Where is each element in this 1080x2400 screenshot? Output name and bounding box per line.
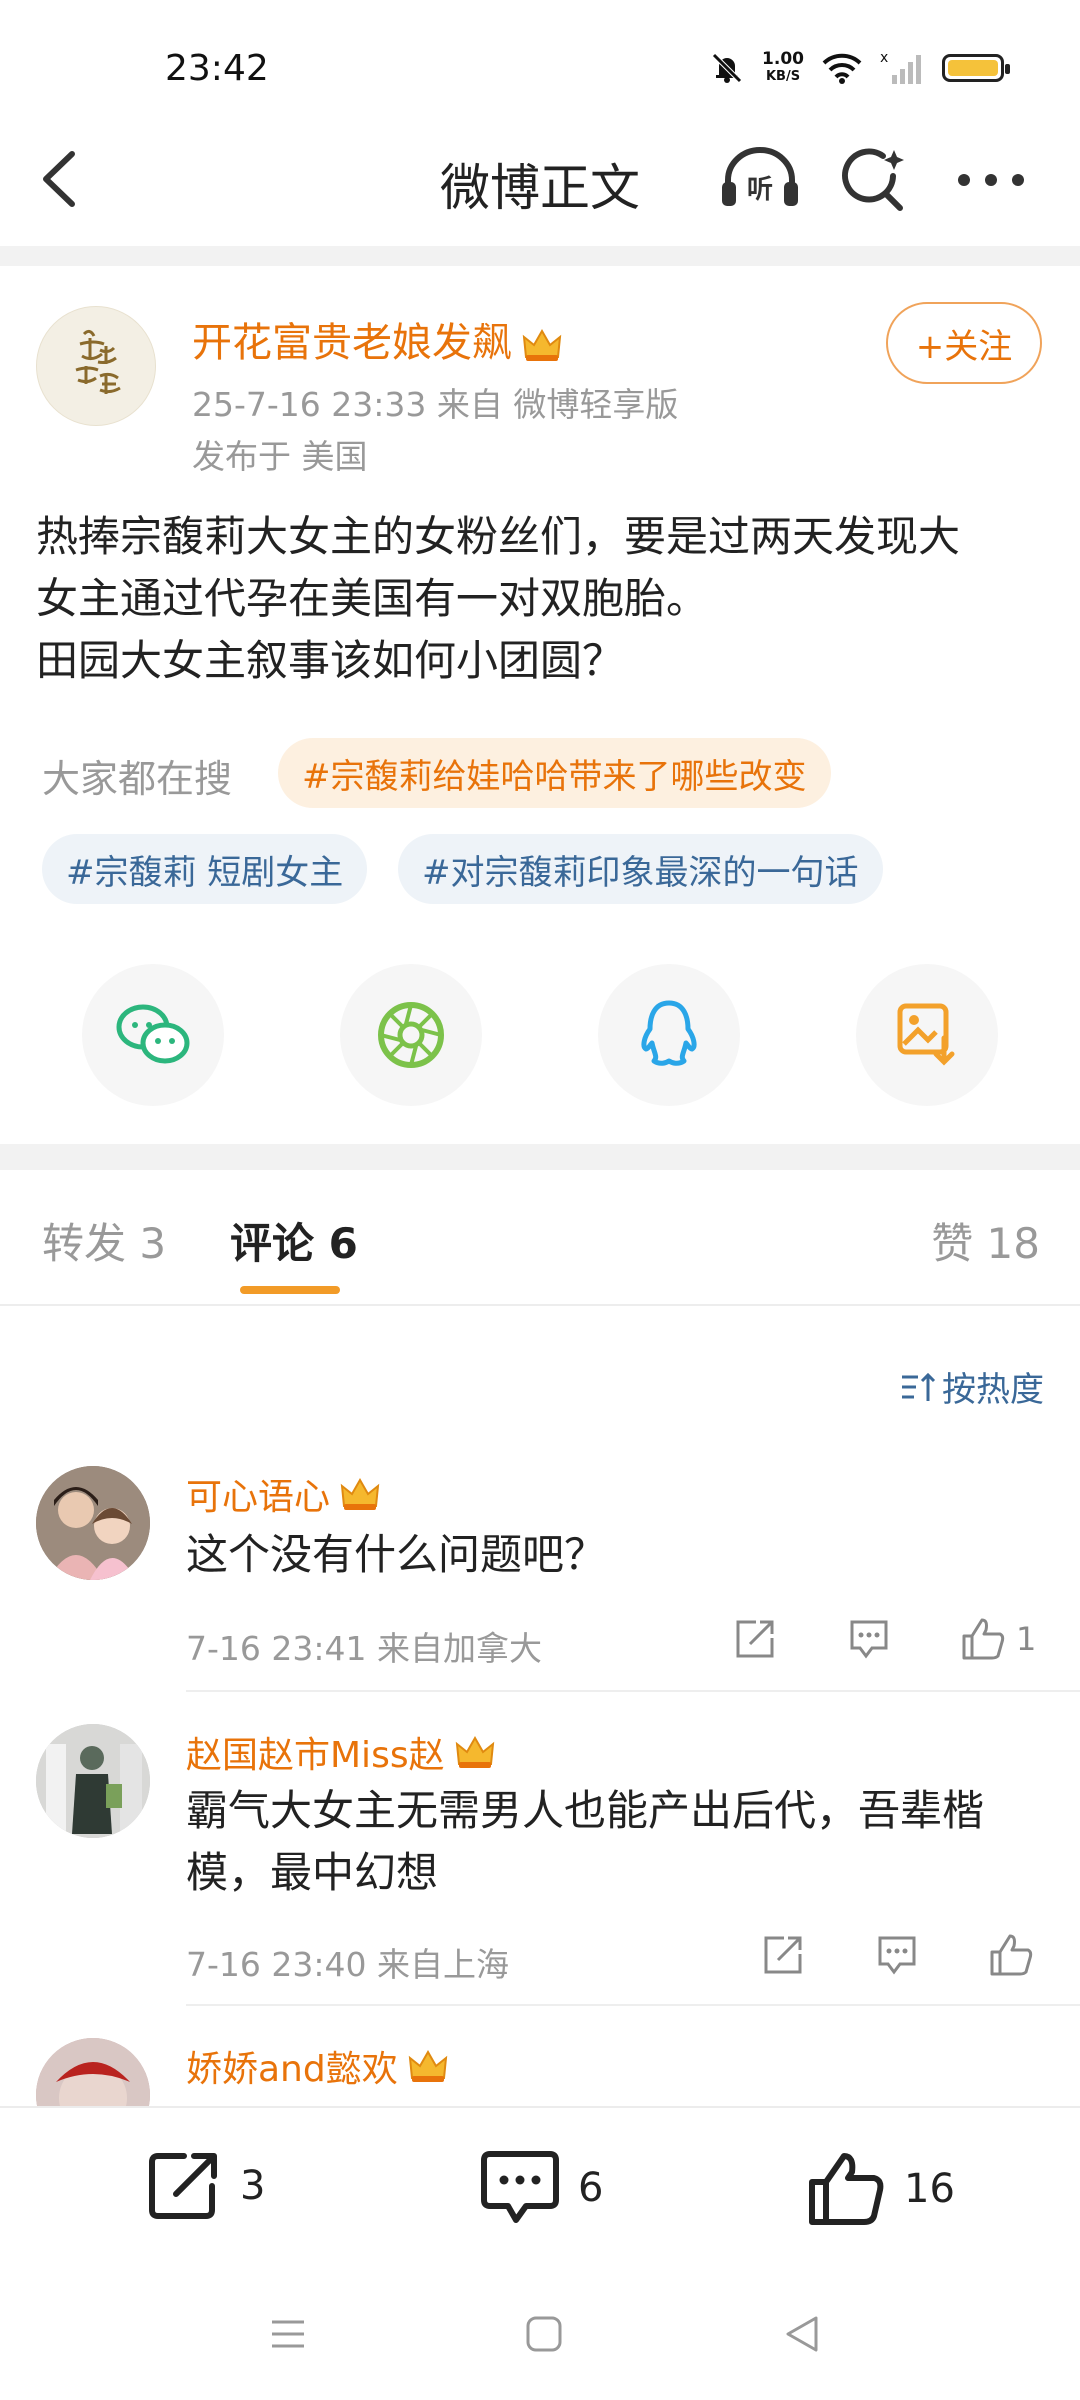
- search-tag[interactable]: #宗馥莉 短剧女主: [42, 834, 368, 904]
- comment-text: 这个没有什么问题吧？: [186, 1530, 607, 1579]
- comment-repost-button[interactable]: [734, 1618, 776, 1660]
- hot-search-tag[interactable]: #宗馥莉给娃哈哈带来了哪些改变: [278, 738, 831, 808]
- repost-icon: [736, 1620, 774, 1658]
- vip-crown-icon: [522, 328, 562, 361]
- save-image-icon: [897, 1003, 955, 1066]
- save-image-button[interactable]: [856, 964, 998, 1106]
- commenter-name[interactable]: 赵国赵市Miss赵: [186, 1726, 495, 1778]
- cellular-signal-icon: x: [880, 51, 921, 84]
- tab-likes[interactable]: 赞 18: [931, 1210, 1040, 1271]
- active-tab-indicator: [240, 1286, 340, 1294]
- sort-by-hot-button[interactable]: 按热度: [900, 1362, 1044, 1411]
- avatar-photo: [36, 1724, 150, 1838]
- reply-icon: [850, 1620, 888, 1659]
- menu-nav-icon[interactable]: [268, 2316, 308, 2352]
- vip-crown-icon: [340, 1477, 380, 1510]
- mute-bell-icon: [712, 53, 742, 83]
- comment-meta: 7-16 23:40 来自上海: [186, 1945, 509, 1984]
- post-time-source: 25-7-16 23:33 来自 微博轻享版: [192, 385, 679, 424]
- status-time: 23:42: [165, 48, 269, 89]
- qq-icon: [641, 1000, 697, 1066]
- repost-button[interactable]: 3: [146, 2150, 265, 2222]
- calligraphy-avatar-image: [75, 329, 121, 394]
- comment-meta: 7-16 23:41 来自加拿大: [186, 1629, 542, 1668]
- comment-like-button[interactable]: [988, 1932, 1044, 1978]
- like-button[interactable]: 16: [806, 2150, 955, 2228]
- vip-crown-icon: [455, 1735, 494, 1768]
- vip-crown-icon: [408, 2049, 447, 2082]
- commenter-avatar[interactable]: [36, 1724, 150, 1838]
- post-body: 热捧宗馥莉大女主的女粉丝们，要是过两天发现大 女主通过代孕在美国有一对双胞胎。 …: [36, 512, 961, 685]
- share-moments-button[interactable]: [340, 964, 482, 1106]
- svg-text:听: 听: [747, 175, 773, 205]
- wechat-icon: [116, 1004, 190, 1064]
- tab-repost[interactable]: 转发 3: [42, 1210, 166, 1271]
- poster-avatar[interactable]: [36, 306, 156, 426]
- thumbs-up-icon: [990, 1934, 1033, 1976]
- repost-icon: [764, 1936, 802, 1974]
- comment-reply-button[interactable]: [876, 1934, 918, 1976]
- svg-text:x: x: [880, 51, 888, 66]
- tab-comments[interactable]: 评论 6: [230, 1210, 358, 1271]
- page-title: 微博正文: [440, 159, 640, 217]
- comment-divider: [186, 2004, 1080, 2006]
- comment-button[interactable]: 6: [480, 2150, 603, 2226]
- share-qq-button[interactable]: [598, 964, 740, 1106]
- commenter-name[interactable]: 可心语心: [186, 1468, 380, 1520]
- comment-icon: [481, 2151, 559, 2223]
- commenter-avatar[interactable]: [36, 1466, 150, 1580]
- moments-icon: [378, 1002, 444, 1068]
- comment-reply-button[interactable]: [848, 1618, 890, 1660]
- commenter-name[interactable]: 娇娇and懿欢: [186, 2040, 448, 2092]
- trending-search-label: 大家都在搜: [42, 757, 233, 801]
- thumbs-up-icon: [962, 1618, 1005, 1660]
- battery-icon: [942, 54, 1010, 82]
- post-location: 发布于 美国: [192, 437, 368, 476]
- reply-icon: [878, 1936, 916, 1975]
- wifi-icon: [822, 53, 862, 84]
- tabs-divider: [0, 1304, 1080, 1306]
- home-nav-icon[interactable]: [524, 2314, 564, 2354]
- comment-repost-button[interactable]: [762, 1934, 804, 1976]
- search-icon[interactable]: [838, 146, 908, 216]
- section-separator: [0, 1144, 1080, 1170]
- more-options-icon[interactable]: [954, 168, 1028, 192]
- poster-name[interactable]: 开花富贵老娘发飙: [192, 310, 562, 368]
- comment-text: 霸气大女主无需男人也能产出后代，吾辈楷 模，最中幻想: [186, 1786, 985, 1897]
- avatar-photo: [36, 1466, 150, 1580]
- sort-icon: [902, 1372, 936, 1401]
- net-speed: 1.00 KB/S: [762, 49, 804, 84]
- back-nav-icon[interactable]: [782, 2314, 822, 2354]
- search-tag[interactable]: #对宗馥莉印象最深的一句话: [398, 834, 883, 904]
- share-wechat-button[interactable]: [82, 964, 224, 1106]
- status-icons: 1.00 KB/S x: [710, 49, 1010, 86]
- comment-divider: [186, 1690, 1080, 1692]
- listen-icon[interactable]: 听: [718, 146, 802, 212]
- thumbs-up-icon: [809, 2153, 884, 2225]
- comment-like-button[interactable]: 1: [960, 1616, 1036, 1662]
- follow-button[interactable]: +关注: [886, 302, 1042, 384]
- repost-icon: [149, 2153, 217, 2219]
- section-separator: [0, 246, 1080, 266]
